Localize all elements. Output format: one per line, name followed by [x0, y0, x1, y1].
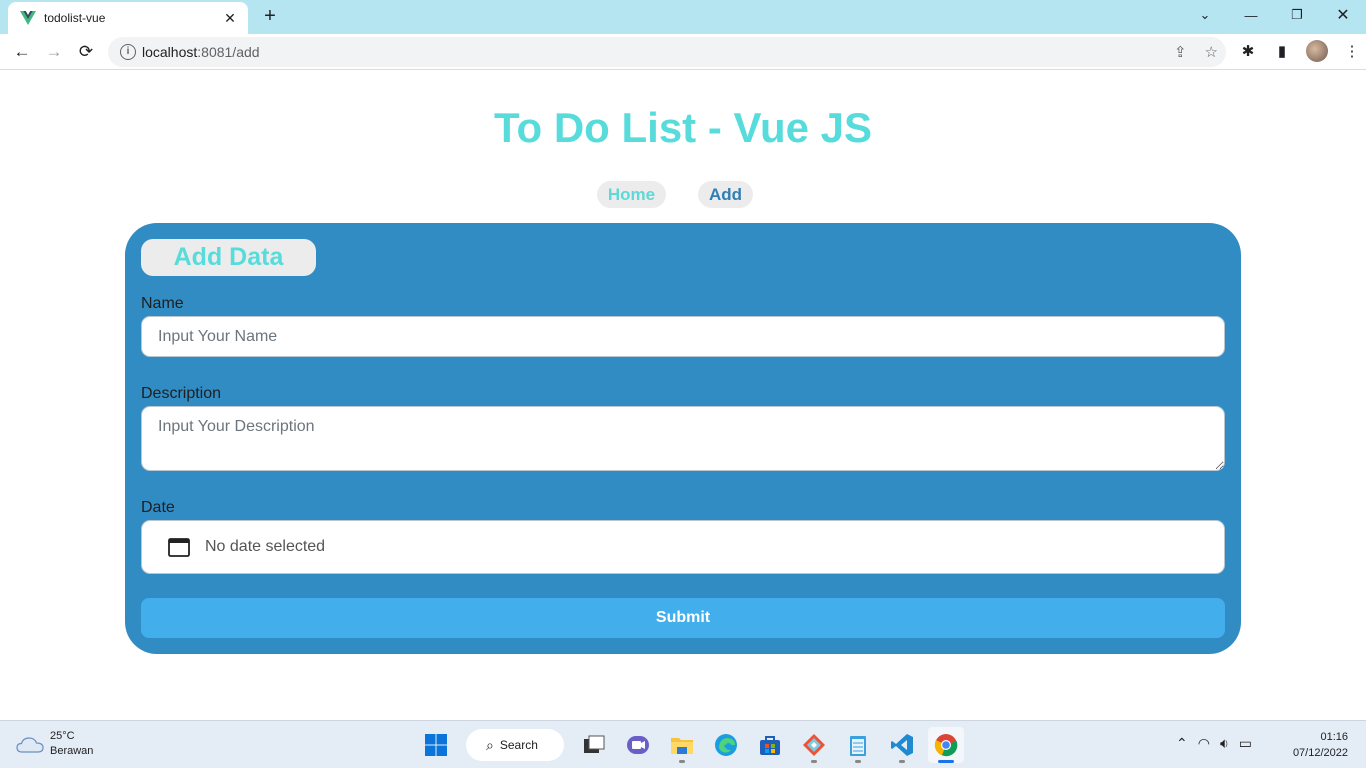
back-button[interactable]: ← [10, 40, 34, 64]
nav-link-add[interactable]: Add [698, 181, 753, 208]
date-value: No date selected [205, 538, 326, 555]
submit-button[interactable]: Submit [141, 598, 1225, 638]
reload-button[interactable]: ⟳ [74, 40, 98, 64]
tab-search-icon[interactable]: ⌄ [1182, 0, 1228, 30]
restore-button[interactable]: ❐ [1274, 0, 1320, 30]
battery-icon[interactable]: ▭ [1239, 735, 1252, 752]
vscode-icon [891, 734, 913, 756]
name-input[interactable] [141, 316, 1225, 357]
weather-condition: Berawan [50, 745, 94, 757]
store-bag-icon [760, 736, 780, 755]
menu-icon[interactable]: ⋮ [1342, 41, 1362, 61]
page-title: To Do List - Vue JS [493, 104, 873, 151]
colorful-app-icon [803, 734, 825, 756]
windows-logo-icon [425, 734, 447, 756]
clock[interactable]: 01:16 07/12/2022 [1293, 729, 1348, 761]
share-icon[interactable]: ⇪ [1174, 43, 1187, 61]
site-info-icon[interactable]: i [120, 44, 136, 60]
name-label: Name [141, 295, 184, 312]
edge-button[interactable] [708, 727, 744, 763]
calendar-icon[interactable] [168, 537, 190, 557]
profile-avatar[interactable] [1306, 40, 1328, 62]
date-label: Date [141, 499, 175, 516]
tab-title: todolist-vue [44, 11, 106, 25]
minimize-button[interactable]: — [1228, 0, 1274, 30]
close-tab-icon[interactable]: ✕ [222, 10, 238, 27]
description-label: Description [141, 385, 222, 402]
notepad-icon [850, 736, 866, 756]
system-tray: ⌃ ◠ 🔉︎ ▭ [1176, 735, 1252, 752]
clock-time: 01:16 [1320, 731, 1348, 743]
date-picker[interactable]: No date selected [141, 520, 1225, 574]
browser-tab[interactable]: todolist-vue ✕ [8, 2, 248, 34]
side-panel-icon[interactable]: ▮ [1272, 41, 1292, 61]
url-text: localhost:8081/add [142, 44, 260, 60]
browser-toolbar: ← → ⟳ i localhost:8081/add ⇪ ☆ ✱ ▮ ⋮ [0, 34, 1366, 70]
description-input[interactable] [141, 406, 1225, 471]
weather-widget[interactable]: 25°C Berawan [16, 729, 93, 759]
volume-icon[interactable]: 🔉︎ [1220, 735, 1229, 752]
app-button[interactable] [796, 727, 832, 763]
address-bar[interactable]: i localhost:8081/add ⇪ ☆ [108, 37, 1226, 67]
folder-icon [671, 738, 693, 754]
vscode-button[interactable] [884, 727, 920, 763]
teams-chat-button[interactable] [620, 727, 656, 763]
clock-date: 07/12/2022 [1292, 747, 1348, 759]
taskbar: 25°C Berawan ⌕ Search ⌃ ◠ 🔉︎ ▭ 01:16 07/… [0, 720, 1366, 768]
new-tab-button[interactable]: + [260, 6, 280, 26]
chrome-icon [934, 734, 958, 757]
weather-temperature: 25°C [50, 730, 75, 742]
edge-browser-icon [715, 734, 737, 756]
show-hidden-icons-icon[interactable]: ⌃ [1176, 735, 1188, 752]
forward-button[interactable]: → [42, 40, 66, 64]
card-heading: Add Data [141, 239, 316, 276]
task-view-icon [584, 735, 605, 753]
add-data-card: Add Data Name Description Date No date s… [125, 223, 1241, 654]
bookmark-star-icon[interactable]: ☆ [1205, 43, 1218, 61]
notepad-button[interactable] [840, 727, 876, 763]
vue-logo-icon [20, 11, 36, 25]
cloud-icon [16, 737, 44, 753]
main-nav: Home Add [0, 181, 1366, 208]
wifi-icon[interactable]: ◠ [1198, 735, 1210, 752]
close-window-button[interactable]: ✕ [1320, 0, 1366, 30]
extensions-icon[interactable]: ✱ [1238, 41, 1258, 61]
search-icon: ⌕ [486, 736, 494, 753]
chat-icon [627, 736, 649, 754]
nav-link-home[interactable]: Home [597, 181, 666, 208]
start-button[interactable] [418, 727, 454, 763]
file-explorer-button[interactable] [664, 727, 700, 763]
task-view-button[interactable] [576, 727, 612, 763]
taskbar-search[interactable]: ⌕ Search [466, 729, 564, 761]
browser-tab-strip: todolist-vue ✕ + ⌄ — ❐ ✕ [0, 0, 1366, 34]
taskbar-search-label: Search [499, 738, 538, 752]
store-button[interactable] [752, 727, 788, 763]
chrome-button[interactable] [928, 727, 964, 763]
